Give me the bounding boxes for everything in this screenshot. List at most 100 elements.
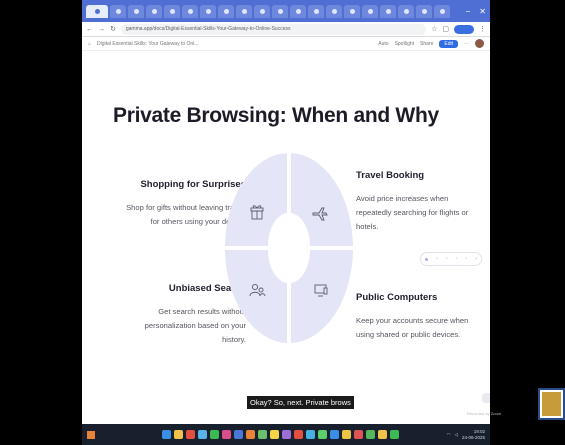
browser-tab[interactable] — [218, 4, 234, 18]
browser-tab-active[interactable] — [86, 4, 108, 18]
tab-favicon-icon — [187, 8, 193, 14]
address-bar-row: ← → ↻ gamma.app/docs/Digital-Essential-S… — [82, 22, 490, 37]
browser-tab[interactable] — [254, 4, 270, 18]
avatar[interactable] — [475, 39, 484, 48]
browser-tab[interactable] — [182, 4, 198, 18]
clock[interactable]: 19:02 24-06-2025 — [462, 429, 485, 441]
tab-favicon-icon — [385, 8, 391, 14]
toolbar-dot-icon[interactable] — [425, 257, 429, 261]
home-icon[interactable]: ⌂ — [88, 41, 91, 47]
forward-icon[interactable]: → — [98, 26, 105, 33]
caption-subtitle: Okay? So, next. Private brows — [247, 396, 354, 409]
browser-tab[interactable] — [344, 4, 360, 18]
browser-tab[interactable] — [200, 4, 216, 18]
tab-favicon-icon — [151, 8, 157, 14]
recording-watermark: Recorded by Zoom — [467, 411, 502, 416]
share-button[interactable]: Share — [420, 41, 433, 47]
taskbar: ◠ ◁ 19:02 24-06-2025 — [82, 424, 490, 445]
doc-title[interactable]: Digital Essential Skills: Your Gateway t… — [97, 41, 372, 47]
taskbar-app-icon[interactable] — [282, 430, 291, 439]
more-icon[interactable]: ⋯ — [464, 41, 469, 47]
extensions-icon[interactable]: ▢ — [442, 25, 449, 33]
system-tray: ◠ ◁ 19:02 24-06-2025 — [447, 429, 485, 441]
browser-tab[interactable] — [326, 4, 342, 18]
quadrant-diagram — [225, 153, 353, 343]
tab-favicon-icon — [367, 8, 373, 14]
profile-button[interactable] — [454, 24, 474, 34]
tab-favicon-icon — [313, 8, 319, 14]
tab-favicon-icon — [259, 8, 265, 14]
browser-tab[interactable] — [236, 4, 252, 18]
quadrant-bottom-right — [291, 250, 353, 343]
browser-tab[interactable] — [416, 4, 432, 18]
item-heading-travel: Travel Booking — [356, 170, 425, 181]
item-body-public: Keep your accounts secure when using sha… — [356, 316, 469, 339]
page-title: Private Browsing: When and Why — [113, 104, 439, 127]
browser-tab[interactable] — [164, 4, 180, 18]
back-icon[interactable]: ← — [86, 26, 93, 33]
zoom-select[interactable]: Auto — [378, 41, 388, 47]
wifi-icon[interactable]: ◠ — [447, 432, 451, 438]
taskbar-app-icon[interactable] — [186, 430, 195, 439]
taskbar-apps — [162, 430, 399, 439]
taskbar-app-icon[interactable] — [234, 430, 243, 439]
taskbar-app-icon[interactable] — [366, 430, 375, 439]
taskbar-app-icon[interactable] — [174, 430, 183, 439]
taskbar-app-icon[interactable] — [162, 430, 171, 439]
tab-favicon-icon — [205, 8, 211, 14]
block-toolbar[interactable]: ▫ ▫ ▫ ▫ › — [420, 252, 482, 266]
tab-favicon-icon — [331, 8, 337, 14]
tab-strip: − ✕ — [82, 0, 490, 22]
browser-tab[interactable] — [380, 4, 396, 18]
browser-tab[interactable] — [434, 4, 450, 18]
browser-tab[interactable] — [146, 4, 162, 18]
taskbar-app-icon[interactable] — [294, 430, 303, 439]
browser-tab[interactable] — [362, 4, 378, 18]
spotlight-button[interactable]: Spotlight — [395, 41, 414, 47]
browser-tab[interactable] — [290, 4, 306, 18]
taskbar-app-icon[interactable] — [198, 430, 207, 439]
tab-favicon-icon — [421, 8, 427, 14]
browser-tab[interactable] — [398, 4, 414, 18]
format-icon[interactable]: ▫ — [456, 256, 458, 262]
taskbar-app-icon[interactable] — [342, 430, 351, 439]
taskbar-app-icon[interactable] — [210, 430, 219, 439]
minimize-icon[interactable]: − — [466, 7, 471, 16]
link-icon[interactable]: ▫ — [465, 256, 467, 262]
quadrant-bottom-left — [225, 250, 287, 343]
window-controls: − ✕ — [466, 7, 486, 16]
close-icon[interactable]: ✕ — [479, 7, 486, 16]
taskbar-app-icon[interactable] — [318, 430, 327, 439]
tab-favicon-icon — [439, 8, 445, 14]
url-field[interactable]: gamma.app/docs/Digital-Essential-Skills-… — [120, 23, 427, 35]
browser-tab[interactable] — [110, 4, 126, 18]
taskbar-app-icon[interactable] — [330, 430, 339, 439]
quadrant-top-left — [225, 153, 287, 246]
tab-list — [110, 4, 450, 18]
taskbar-app-icon[interactable] — [306, 430, 315, 439]
browser-tab[interactable] — [308, 4, 324, 18]
tab-favicon-icon — [277, 8, 283, 14]
grid-icon[interactable]: ▫ — [436, 256, 438, 262]
reload-icon[interactable]: ↻ — [110, 25, 116, 33]
help-tab[interactable] — [482, 393, 490, 403]
bookmark-star-icon[interactable]: ☆ — [431, 25, 437, 33]
quadrant-top-right — [291, 153, 353, 246]
tab-favicon-icon — [223, 8, 229, 14]
taskbar-app-icon[interactable] — [222, 430, 231, 439]
copy-icon[interactable]: ▫ — [446, 256, 448, 262]
browser-tab[interactable] — [128, 4, 144, 18]
taskbar-app-icon[interactable] — [378, 430, 387, 439]
browser-tab[interactable] — [272, 4, 288, 18]
menu-icon[interactable]: ⋮ — [479, 25, 486, 33]
screen: − ✕ ← → ↻ gamma.app/docs/Digital-Essenti… — [0, 0, 565, 445]
volume-icon[interactable]: ◁ — [455, 432, 458, 438]
taskbar-app-icon[interactable] — [246, 430, 255, 439]
taskbar-app-icon[interactable] — [354, 430, 363, 439]
present-button[interactable]: Edit — [439, 39, 458, 48]
more-small-icon[interactable]: › — [475, 256, 477, 262]
start-icon[interactable] — [87, 430, 95, 439]
taskbar-app-icon[interactable] — [390, 430, 399, 439]
taskbar-app-icon[interactable] — [258, 430, 267, 439]
taskbar-app-icon[interactable] — [270, 430, 279, 439]
